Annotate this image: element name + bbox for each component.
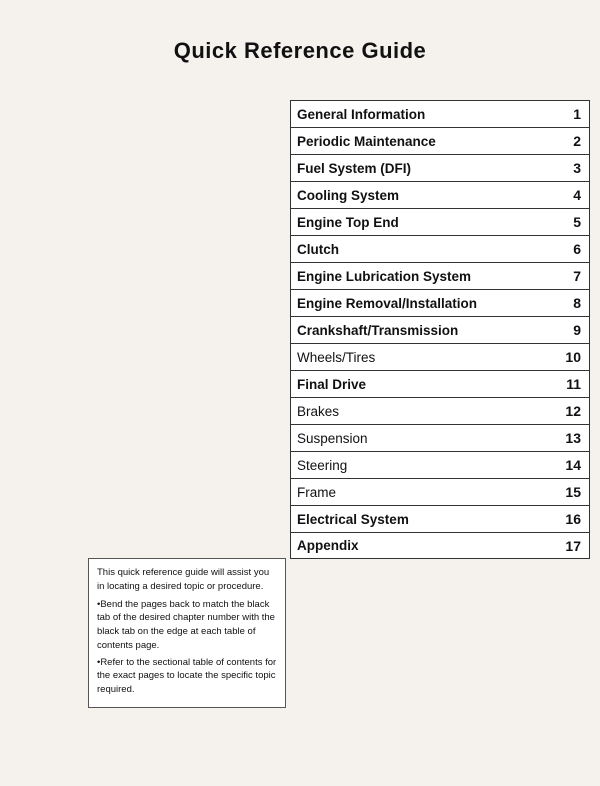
toc-label: Engine Top End — [297, 215, 559, 230]
toc-number: 8 — [559, 295, 581, 311]
toc-row: Appendix17 — [290, 532, 590, 559]
toc-number: 16 — [559, 511, 581, 527]
toc-number: 9 — [559, 322, 581, 338]
toc-row: Suspension13 — [290, 424, 590, 451]
toc-row: Fuel System (DFI)3 — [290, 154, 590, 181]
toc-number: 12 — [559, 403, 581, 419]
toc-row: Wheels/Tires10 — [290, 343, 590, 370]
toc-label: Brakes — [297, 404, 559, 419]
info-box-line: •Bend the pages back to match the black … — [97, 598, 277, 653]
toc-row: Clutch6 — [290, 235, 590, 262]
toc-number: 2 — [559, 133, 581, 149]
toc-label: Crankshaft/Transmission — [297, 323, 559, 338]
toc-label: Periodic Maintenance — [297, 134, 559, 149]
page-title: Quick Reference Guide — [0, 0, 600, 82]
toc-row: Engine Lubrication System7 — [290, 262, 590, 289]
toc-row: General Information1 — [290, 100, 590, 127]
info-box-line: •Refer to the sectional table of content… — [97, 656, 277, 697]
toc-label: Engine Removal/Installation — [297, 296, 559, 311]
toc-row: Electrical System16 — [290, 505, 590, 532]
toc-label: Frame — [297, 485, 559, 500]
toc-row: Final Drive11 — [290, 370, 590, 397]
toc-number: 17 — [559, 538, 581, 554]
toc-label: Cooling System — [297, 188, 559, 203]
toc-label: Fuel System (DFI) — [297, 161, 559, 176]
toc-number: 6 — [559, 241, 581, 257]
info-box-line: This quick reference guide will assist y… — [97, 566, 277, 594]
toc-label: Wheels/Tires — [297, 350, 559, 365]
toc-number: 10 — [559, 349, 581, 365]
toc-label: Steering — [297, 458, 559, 473]
toc-row: Frame15 — [290, 478, 590, 505]
toc-label: Appendix — [297, 538, 559, 553]
toc-row: Steering14 — [290, 451, 590, 478]
toc-container: General Information1Periodic Maintenance… — [290, 100, 590, 559]
page: Quick Reference Guide General Informatio… — [0, 0, 600, 786]
toc-row: Brakes12 — [290, 397, 590, 424]
toc-number: 14 — [559, 457, 581, 473]
toc-number: 4 — [559, 187, 581, 203]
toc-number: 7 — [559, 268, 581, 284]
toc-label: Final Drive — [297, 377, 559, 392]
toc-label: General Information — [297, 107, 559, 122]
toc-number: 1 — [559, 106, 581, 122]
toc-label: Clutch — [297, 242, 559, 257]
toc-number: 5 — [559, 214, 581, 230]
toc-label: Suspension — [297, 431, 559, 446]
toc-label: Engine Lubrication System — [297, 269, 559, 284]
toc-row: Cooling System4 — [290, 181, 590, 208]
toc-number: 15 — [559, 484, 581, 500]
toc-number: 3 — [559, 160, 581, 176]
toc-number: 13 — [559, 430, 581, 446]
info-box: This quick reference guide will assist y… — [88, 558, 286, 708]
toc-row: Periodic Maintenance2 — [290, 127, 590, 154]
toc-row: Crankshaft/Transmission9 — [290, 316, 590, 343]
toc-number: 11 — [559, 376, 581, 392]
toc-row: Engine Top End5 — [290, 208, 590, 235]
toc-label: Electrical System — [297, 512, 559, 527]
toc-row: Engine Removal/Installation8 — [290, 289, 590, 316]
